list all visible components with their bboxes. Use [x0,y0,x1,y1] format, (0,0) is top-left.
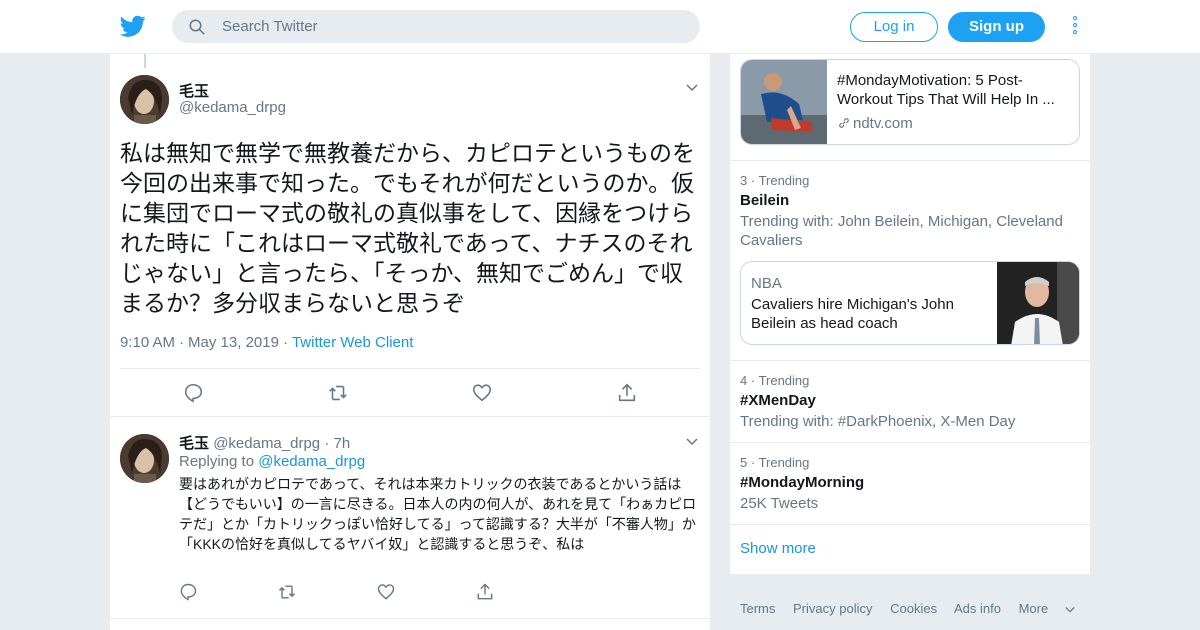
search-icon [189,19,205,35]
author-handle[interactable]: @kedama_drpg [213,435,320,452]
tweet-metadata: 9:10 AM · May 13, 2019 · Twitter Web Client [120,334,414,351]
footer-link-ads-info[interactable]: Ads info [954,601,1001,616]
log-in-button[interactable]: Log in [850,12,938,42]
divider [730,160,1090,161]
avatar[interactable] [120,434,169,483]
replying-to-link[interactable]: @kedama_drpg [258,453,365,470]
divider [120,368,700,369]
timeline-column: 毛玉 @kedama_drpg 私は無知で無学で無教養だから、カピロテというもの… [110,54,710,630]
author-name[interactable]: 毛玉 [179,435,209,452]
author-handle[interactable]: @kedama_drpg [179,99,286,116]
top-navigation-bar: Search Twitter Log in Sign up [0,0,1200,54]
trend-meta: 3 · Trending [740,173,810,188]
footer-link-privacy[interactable]: Privacy policy [793,601,872,616]
card-domain[interactable]: ndtv.com [837,115,913,132]
like-icon[interactable] [376,582,396,602]
tweet-client-link[interactable]: Twitter Web Client [292,334,413,351]
twitter-bird-icon[interactable] [120,13,146,39]
tweet-age[interactable]: 7h [334,435,351,452]
reply-icon[interactable] [178,582,198,602]
author-name[interactable]: 毛玉 [179,80,209,101]
footer-link-terms[interactable]: Terms [740,601,775,616]
card-title[interactable]: Cavaliers hire Michigan's John Beilein a… [751,295,987,333]
divider [730,524,1090,525]
link-icon [839,118,849,128]
trend-meta: 4 · Trending [740,373,810,388]
separator-dot: · [324,435,330,452]
share-icon[interactable] [475,582,495,602]
divider [730,360,1090,361]
footer-links: Terms Privacy policy Cookies Ads info Mo… [740,601,1089,616]
search-box[interactable]: Search Twitter [172,10,700,43]
trend-context: Trending with: John Beilein, Michigan, C… [740,213,1063,249]
reply-icon[interactable] [182,382,204,404]
like-icon[interactable] [471,382,493,404]
footer-link-more[interactable]: More [1019,601,1076,616]
retweet-icon[interactable] [327,382,349,404]
trend-name[interactable]: #XMenDay [740,392,816,409]
trend-context: Trending with: #DarkPhoenix, X-Men Day [740,413,1016,430]
trend-context: 25K Tweets [740,495,819,512]
card-title[interactable]: #MondayMotivation: 5 Post-Workout Tips T… [837,71,1073,109]
divider [110,416,710,417]
sign-up-button[interactable]: Sign up [948,12,1045,42]
card-thumbnail [997,262,1079,344]
divider [110,618,710,619]
search-input[interactable]: Search Twitter [222,18,318,35]
tweet-date[interactable]: May 13, 2019 [188,334,279,351]
replying-label: Replying to [179,453,255,470]
share-icon[interactable] [616,382,638,404]
more-options-icon[interactable] [1070,15,1080,39]
trend-name[interactable]: #MondayMorning [740,474,864,491]
trend-meta: 5 · Trending [740,455,810,470]
trend-name[interactable]: Beilein [740,192,789,209]
trend-news-card[interactable]: #MondayMotivation: 5 Post-Workout Tips T… [740,59,1080,145]
tweet-time[interactable]: 9:10 AM [120,334,175,351]
trends-sidebar: #MondayMotivation: 5 Post-Workout Tips T… [730,54,1090,574]
chevron-down-icon [1065,607,1075,613]
reply-header: 毛玉 @kedama_drpg · 7h [179,432,350,453]
thread-connector [144,54,146,68]
card-thumbnail [741,60,827,144]
tweet-text: 私は無知で無学で無教養だから、カピロテというものを今回の出来事で知った。でもそれ… [120,140,695,316]
avatar[interactable] [120,75,169,124]
divider [730,442,1090,443]
footer-link-cookies[interactable]: Cookies [890,601,937,616]
tweet-text: 要はあれがカピロテであって、それは本来カトリックの衣装であるとかいう話は【どうで… [179,476,697,552]
chevron-down-icon[interactable] [686,84,698,92]
retweet-icon[interactable] [277,582,297,602]
chevron-down-icon[interactable] [686,438,698,446]
card-source: NBA [751,275,782,292]
trend-news-card[interactable]: NBA Cavaliers hire Michigan's John Beile… [740,261,1080,345]
replying-to: Replying to @kedama_drpg [179,453,365,470]
show-more-link[interactable]: Show more [740,540,816,557]
